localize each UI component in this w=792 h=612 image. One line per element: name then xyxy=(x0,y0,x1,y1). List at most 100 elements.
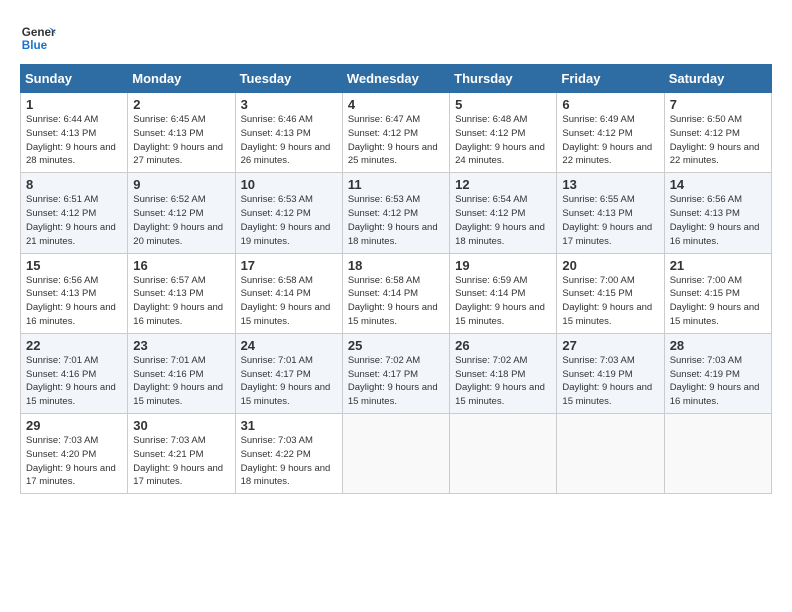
day-info: Sunrise: 7:01 AMSunset: 4:16 PMDaylight:… xyxy=(133,355,223,407)
day-info: Sunrise: 7:03 AMSunset: 4:19 PMDaylight:… xyxy=(670,355,760,407)
calendar-cell: 22 Sunrise: 7:01 AMSunset: 4:16 PMDaylig… xyxy=(21,333,128,413)
day-number: 15 xyxy=(26,258,122,273)
day-info: Sunrise: 6:50 AMSunset: 4:12 PMDaylight:… xyxy=(670,114,760,166)
calendar-cell: 27 Sunrise: 7:03 AMSunset: 4:19 PMDaylig… xyxy=(557,333,664,413)
column-header-thursday: Thursday xyxy=(450,65,557,93)
calendar-cell xyxy=(664,414,771,494)
day-info: Sunrise: 7:01 AMSunset: 4:17 PMDaylight:… xyxy=(241,355,331,407)
calendar-cell: 13 Sunrise: 6:55 AMSunset: 4:13 PMDaylig… xyxy=(557,173,664,253)
calendar-week-row: 8 Sunrise: 6:51 AMSunset: 4:12 PMDayligh… xyxy=(21,173,772,253)
calendar-cell: 29 Sunrise: 7:03 AMSunset: 4:20 PMDaylig… xyxy=(21,414,128,494)
calendar-cell: 12 Sunrise: 6:54 AMSunset: 4:12 PMDaylig… xyxy=(450,173,557,253)
day-number: 3 xyxy=(241,97,337,112)
day-info: Sunrise: 6:54 AMSunset: 4:12 PMDaylight:… xyxy=(455,194,545,246)
calendar-table: SundayMondayTuesdayWednesdayThursdayFrid… xyxy=(20,64,772,494)
day-info: Sunrise: 6:44 AMSunset: 4:13 PMDaylight:… xyxy=(26,114,116,166)
day-number: 22 xyxy=(26,338,122,353)
day-number: 5 xyxy=(455,97,551,112)
calendar-cell: 20 Sunrise: 7:00 AMSunset: 4:15 PMDaylig… xyxy=(557,253,664,333)
svg-text:Blue: Blue xyxy=(22,39,48,52)
calendar-cell: 17 Sunrise: 6:58 AMSunset: 4:14 PMDaylig… xyxy=(235,253,342,333)
day-number: 20 xyxy=(562,258,658,273)
day-number: 17 xyxy=(241,258,337,273)
calendar-cell: 1 Sunrise: 6:44 AMSunset: 4:13 PMDayligh… xyxy=(21,93,128,173)
day-number: 23 xyxy=(133,338,229,353)
calendar-cell: 19 Sunrise: 6:59 AMSunset: 4:14 PMDaylig… xyxy=(450,253,557,333)
calendar-cell: 30 Sunrise: 7:03 AMSunset: 4:21 PMDaylig… xyxy=(128,414,235,494)
day-info: Sunrise: 7:02 AMSunset: 4:17 PMDaylight:… xyxy=(348,355,438,407)
day-number: 4 xyxy=(348,97,444,112)
calendar-cell: 18 Sunrise: 6:58 AMSunset: 4:14 PMDaylig… xyxy=(342,253,449,333)
calendar-cell: 7 Sunrise: 6:50 AMSunset: 4:12 PMDayligh… xyxy=(664,93,771,173)
day-number: 2 xyxy=(133,97,229,112)
day-number: 7 xyxy=(670,97,766,112)
day-number: 27 xyxy=(562,338,658,353)
calendar-cell: 9 Sunrise: 6:52 AMSunset: 4:12 PMDayligh… xyxy=(128,173,235,253)
calendar-cell: 10 Sunrise: 6:53 AMSunset: 4:12 PMDaylig… xyxy=(235,173,342,253)
day-number: 10 xyxy=(241,177,337,192)
day-info: Sunrise: 6:58 AMSunset: 4:14 PMDaylight:… xyxy=(348,275,438,327)
day-info: Sunrise: 7:00 AMSunset: 4:15 PMDaylight:… xyxy=(562,275,652,327)
day-number: 25 xyxy=(348,338,444,353)
calendar-cell: 2 Sunrise: 6:45 AMSunset: 4:13 PMDayligh… xyxy=(128,93,235,173)
day-info: Sunrise: 6:56 AMSunset: 4:13 PMDaylight:… xyxy=(670,194,760,246)
calendar-cell: 31 Sunrise: 7:03 AMSunset: 4:22 PMDaylig… xyxy=(235,414,342,494)
calendar-cell: 6 Sunrise: 6:49 AMSunset: 4:12 PMDayligh… xyxy=(557,93,664,173)
page-header: General Blue xyxy=(20,16,772,56)
svg-text:General: General xyxy=(22,26,56,39)
day-info: Sunrise: 6:45 AMSunset: 4:13 PMDaylight:… xyxy=(133,114,223,166)
day-number: 11 xyxy=(348,177,444,192)
day-info: Sunrise: 7:01 AMSunset: 4:16 PMDaylight:… xyxy=(26,355,116,407)
calendar-week-row: 22 Sunrise: 7:01 AMSunset: 4:16 PMDaylig… xyxy=(21,333,772,413)
day-info: Sunrise: 6:53 AMSunset: 4:12 PMDaylight:… xyxy=(241,194,331,246)
calendar-week-row: 15 Sunrise: 6:56 AMSunset: 4:13 PMDaylig… xyxy=(21,253,772,333)
calendar-cell xyxy=(450,414,557,494)
day-number: 8 xyxy=(26,177,122,192)
day-number: 6 xyxy=(562,97,658,112)
day-info: Sunrise: 6:55 AMSunset: 4:13 PMDaylight:… xyxy=(562,194,652,246)
calendar-cell: 4 Sunrise: 6:47 AMSunset: 4:12 PMDayligh… xyxy=(342,93,449,173)
logo-icon: General Blue xyxy=(20,20,56,56)
column-header-sunday: Sunday xyxy=(21,65,128,93)
day-number: 29 xyxy=(26,418,122,433)
day-number: 13 xyxy=(562,177,658,192)
day-info: Sunrise: 6:52 AMSunset: 4:12 PMDaylight:… xyxy=(133,194,223,246)
calendar-cell: 24 Sunrise: 7:01 AMSunset: 4:17 PMDaylig… xyxy=(235,333,342,413)
day-info: Sunrise: 7:03 AMSunset: 4:20 PMDaylight:… xyxy=(26,435,116,487)
logo: General Blue xyxy=(20,20,56,56)
day-info: Sunrise: 7:03 AMSunset: 4:19 PMDaylight:… xyxy=(562,355,652,407)
day-number: 18 xyxy=(348,258,444,273)
calendar-cell: 16 Sunrise: 6:57 AMSunset: 4:13 PMDaylig… xyxy=(128,253,235,333)
calendar-cell: 25 Sunrise: 7:02 AMSunset: 4:17 PMDaylig… xyxy=(342,333,449,413)
day-number: 14 xyxy=(670,177,766,192)
calendar-cell: 3 Sunrise: 6:46 AMSunset: 4:13 PMDayligh… xyxy=(235,93,342,173)
calendar-cell xyxy=(342,414,449,494)
day-info: Sunrise: 6:49 AMSunset: 4:12 PMDaylight:… xyxy=(562,114,652,166)
calendar-cell: 8 Sunrise: 6:51 AMSunset: 4:12 PMDayligh… xyxy=(21,173,128,253)
day-info: Sunrise: 6:56 AMSunset: 4:13 PMDaylight:… xyxy=(26,275,116,327)
day-info: Sunrise: 6:51 AMSunset: 4:12 PMDaylight:… xyxy=(26,194,116,246)
day-info: Sunrise: 6:58 AMSunset: 4:14 PMDaylight:… xyxy=(241,275,331,327)
day-number: 19 xyxy=(455,258,551,273)
day-number: 30 xyxy=(133,418,229,433)
column-header-saturday: Saturday xyxy=(664,65,771,93)
day-number: 12 xyxy=(455,177,551,192)
column-header-wednesday: Wednesday xyxy=(342,65,449,93)
calendar-cell: 26 Sunrise: 7:02 AMSunset: 4:18 PMDaylig… xyxy=(450,333,557,413)
calendar-cell: 5 Sunrise: 6:48 AMSunset: 4:12 PMDayligh… xyxy=(450,93,557,173)
day-info: Sunrise: 7:00 AMSunset: 4:15 PMDaylight:… xyxy=(670,275,760,327)
day-number: 9 xyxy=(133,177,229,192)
day-number: 28 xyxy=(670,338,766,353)
column-header-tuesday: Tuesday xyxy=(235,65,342,93)
day-info: Sunrise: 6:59 AMSunset: 4:14 PMDaylight:… xyxy=(455,275,545,327)
day-number: 21 xyxy=(670,258,766,273)
calendar-cell xyxy=(557,414,664,494)
calendar-cell: 21 Sunrise: 7:00 AMSunset: 4:15 PMDaylig… xyxy=(664,253,771,333)
day-number: 31 xyxy=(241,418,337,433)
calendar-cell: 14 Sunrise: 6:56 AMSunset: 4:13 PMDaylig… xyxy=(664,173,771,253)
calendar-cell: 28 Sunrise: 7:03 AMSunset: 4:19 PMDaylig… xyxy=(664,333,771,413)
day-info: Sunrise: 6:57 AMSunset: 4:13 PMDaylight:… xyxy=(133,275,223,327)
calendar-cell: 15 Sunrise: 6:56 AMSunset: 4:13 PMDaylig… xyxy=(21,253,128,333)
day-info: Sunrise: 7:03 AMSunset: 4:22 PMDaylight:… xyxy=(241,435,331,487)
day-info: Sunrise: 6:46 AMSunset: 4:13 PMDaylight:… xyxy=(241,114,331,166)
